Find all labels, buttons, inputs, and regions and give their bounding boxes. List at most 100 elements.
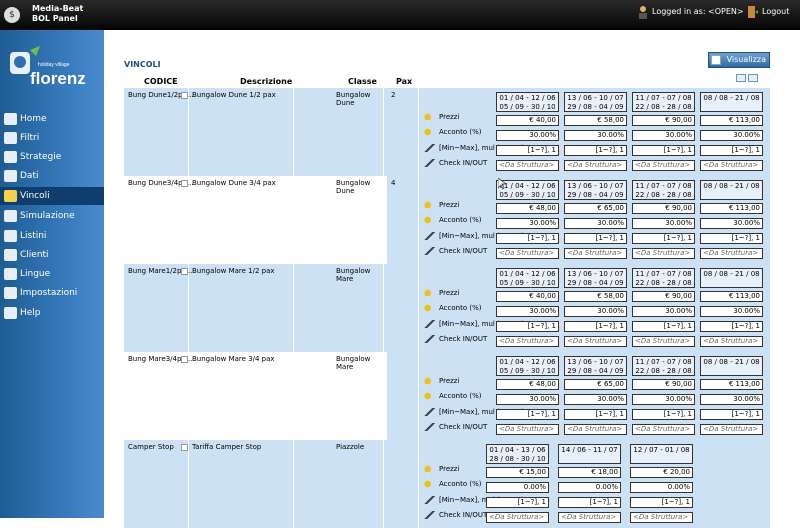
- value-field-prezzi[interactable]: € 90,00: [632, 115, 695, 126]
- menu-item-dati[interactable]: Dati: [0, 167, 104, 185]
- menu-item-lingue[interactable]: Lingue: [0, 265, 104, 283]
- campfest-icon[interactable]: [424, 392, 436, 400]
- pencil-icon[interactable]: [424, 159, 436, 167]
- value-field-acconto[interactable]: 0.00%: [630, 482, 693, 493]
- value-field-minmax[interactable]: [1~?], 1: [700, 409, 763, 420]
- menu-item-filtri[interactable]: Filtri: [0, 129, 104, 147]
- value-field-acconto[interactable]: 30.00%: [632, 130, 695, 141]
- visualizza-button[interactable]: Visualizza: [708, 52, 770, 68]
- value-field-check[interactable]: <Da Struttura>: [700, 424, 763, 435]
- value-field-prezzi[interactable]: € 20,00: [630, 467, 693, 478]
- value-field-check[interactable]: <Da Struttura>: [496, 424, 559, 435]
- value-field-minmax[interactable]: [1~?], 1: [564, 321, 627, 332]
- period-header[interactable]: 01 / 04 - 12 / 06 05 / 09 - 30 / 10: [496, 356, 559, 376]
- value-field-check[interactable]: <Da Struttura>: [496, 248, 559, 259]
- period-header[interactable]: 11 / 07 - 07 / 08 22 / 08 - 28 / 08: [632, 180, 695, 200]
- value-field-check[interactable]: <Da Struttura>: [564, 424, 627, 435]
- value-field-minmax[interactable]: [1~?], 1: [632, 321, 695, 332]
- campfest-icon[interactable]: [424, 480, 436, 488]
- logout-link[interactable]: Logout: [748, 7, 789, 16]
- value-field-acconto[interactable]: 0.00%: [486, 482, 549, 493]
- value-field-check[interactable]: <Da Struttura>: [700, 336, 763, 347]
- period-header[interactable]: 11 / 07 - 07 / 08 22 / 08 - 28 / 08: [632, 356, 695, 376]
- value-field-prezzi[interactable]: € 113,00: [700, 379, 763, 390]
- period-header[interactable]: 08 / 08 - 21 / 08: [700, 356, 763, 376]
- value-field-acconto[interactable]: 30.00%: [496, 306, 559, 317]
- value-field-minmax[interactable]: [1~?], 1: [564, 409, 627, 420]
- value-field-acconto[interactable]: 30.00%: [700, 130, 763, 141]
- value-field-prezzi[interactable]: € 65,00: [564, 203, 627, 214]
- value-field-acconto[interactable]: 30.00%: [496, 394, 559, 405]
- value-field-acconto[interactable]: 30.00%: [632, 218, 695, 229]
- menu-item-strategie[interactable]: Strategie: [0, 148, 104, 166]
- value-field-prezzi[interactable]: € 18,00: [558, 467, 621, 478]
- campfest-icon[interactable]: [424, 201, 436, 209]
- period-header[interactable]: 13 / 06 - 10 / 07 29 / 08 - 04 / 09: [564, 180, 627, 200]
- value-field-minmax[interactable]: [1~?], 1: [632, 145, 695, 156]
- menu-item-help[interactable]: Help: [0, 304, 104, 322]
- value-field-minmax[interactable]: [1~?], 1: [632, 409, 695, 420]
- value-field-minmax[interactable]: [1~?], 1: [700, 233, 763, 244]
- menu-item-listini[interactable]: Listini: [0, 227, 104, 245]
- value-field-acconto[interactable]: 30.00%: [564, 130, 627, 141]
- value-field-minmax[interactable]: [1~?], 1: [496, 145, 559, 156]
- value-field-minmax[interactable]: [1~?], 1: [558, 497, 621, 508]
- campfest-icon[interactable]: [424, 289, 436, 297]
- campfest-icon[interactable]: [424, 377, 436, 385]
- menu-item-vincoli[interactable]: Vincoli: [0, 187, 104, 205]
- value-field-minmax[interactable]: [1~?], 1: [700, 145, 763, 156]
- period-header[interactable]: 08 / 08 - 21 / 08: [700, 92, 763, 112]
- value-field-minmax[interactable]: [1~?], 1: [564, 145, 627, 156]
- value-field-prezzi[interactable]: € 58,00: [564, 115, 627, 126]
- value-field-prezzi[interactable]: € 40,00: [496, 115, 559, 126]
- period-header[interactable]: 08 / 08 - 21 / 08: [700, 268, 763, 288]
- value-field-check[interactable]: <Da Struttura>: [632, 160, 695, 171]
- pencil-icon[interactable]: [424, 247, 436, 255]
- row-checkbox[interactable]: [181, 179, 188, 187]
- row-checkbox[interactable]: [181, 267, 188, 275]
- value-field-minmax[interactable]: [1~?], 1: [496, 233, 559, 244]
- value-field-prezzi[interactable]: € 48,00: [496, 203, 559, 214]
- value-field-acconto[interactable]: 30.00%: [496, 130, 559, 141]
- value-field-minmax[interactable]: [1~?], 1: [630, 497, 693, 508]
- pencil-icon[interactable]: [424, 144, 436, 152]
- row-checkbox[interactable]: [181, 91, 188, 99]
- menu-item-simulazione[interactable]: Simulazione: [0, 207, 104, 225]
- value-field-check[interactable]: <Da Struttura>: [632, 424, 695, 435]
- period-header[interactable]: 12 / 07 - 01 / 08: [630, 444, 693, 464]
- menu-item-impostazioni[interactable]: Impostazioni: [0, 284, 104, 302]
- period-header[interactable]: 13 / 06 - 10 / 07 29 / 08 - 04 / 09: [564, 268, 627, 288]
- value-field-check[interactable]: <Da Struttura>: [496, 160, 559, 171]
- campfest-icon[interactable]: [424, 113, 436, 121]
- value-field-prezzi[interactable]: € 113,00: [700, 115, 763, 126]
- value-field-acconto[interactable]: 30.00%: [564, 306, 627, 317]
- value-field-check[interactable]: <Da Struttura>: [564, 336, 627, 347]
- value-field-acconto[interactable]: 30.00%: [700, 306, 763, 317]
- period-header[interactable]: 14 / 06 - 11 / 07: [558, 444, 621, 464]
- period-header[interactable]: 01 / 04 - 12 / 06 05 / 09 - 30 / 10: [496, 92, 559, 112]
- value-field-prezzi[interactable]: € 113,00: [700, 203, 763, 214]
- period-header[interactable]: 11 / 07 - 07 / 08 22 / 08 - 28 / 08: [632, 268, 695, 288]
- value-field-prezzi[interactable]: € 48,00: [496, 379, 559, 390]
- value-field-acconto[interactable]: 30.00%: [632, 306, 695, 317]
- value-field-acconto[interactable]: 30.00%: [632, 394, 695, 405]
- pencil-icon[interactable]: [424, 496, 436, 504]
- value-field-acconto[interactable]: 30.00%: [700, 218, 763, 229]
- grid-view-icon[interactable]: [736, 74, 746, 82]
- menu-item-clienti[interactable]: Clienti: [0, 246, 104, 264]
- value-field-minmax[interactable]: [1~?], 1: [700, 321, 763, 332]
- menu-item-home[interactable]: Home: [0, 110, 104, 128]
- value-field-check[interactable]: <Da Struttura>: [564, 248, 627, 259]
- value-field-check[interactable]: <Da Struttura>: [700, 160, 763, 171]
- period-header[interactable]: 01 / 04 - 12 / 06 05 / 09 - 30 / 10: [496, 268, 559, 288]
- value-field-acconto[interactable]: 30.00%: [700, 394, 763, 405]
- value-field-prezzi[interactable]: € 65,00: [564, 379, 627, 390]
- value-field-minmax[interactable]: [1~?], 1: [564, 233, 627, 244]
- value-field-prezzi[interactable]: € 113,00: [700, 291, 763, 302]
- period-header[interactable]: 08 / 08 - 21 / 08: [700, 180, 763, 200]
- pencil-icon[interactable]: [424, 232, 436, 240]
- value-field-check[interactable]: <Da Struttura>: [632, 248, 695, 259]
- campfest-icon[interactable]: [424, 216, 436, 224]
- value-field-prezzi[interactable]: € 90,00: [632, 203, 695, 214]
- pencil-icon[interactable]: [424, 423, 436, 431]
